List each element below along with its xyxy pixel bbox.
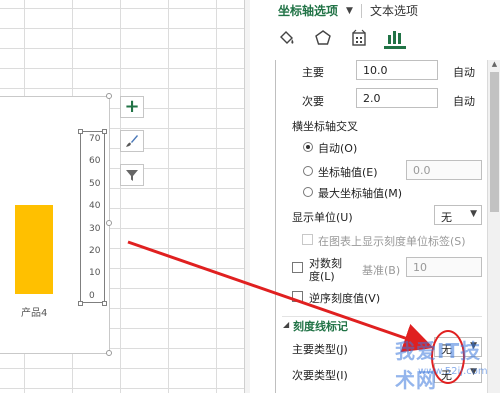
watermark-url: www.52ij.com xyxy=(418,366,488,377)
watermark-text: 我爱IT技术网 xyxy=(395,339,482,392)
